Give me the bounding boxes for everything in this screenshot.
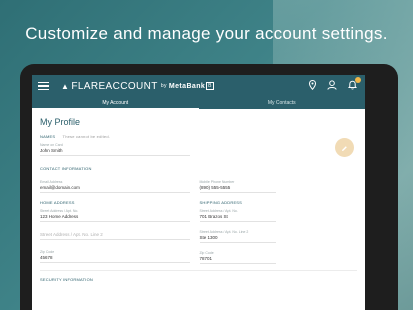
home-line2-field[interactable]: Street Address / Apt. No. Line 2 (40, 232, 198, 240)
section-divider (40, 270, 357, 271)
home-address-heading: HOME ADDRESS (40, 200, 75, 205)
home-line2-placeholder: Street Address / Apt. No. Line 2 (40, 232, 103, 237)
names-note: These cannot be edited. (62, 134, 111, 139)
shipping-line2-field[interactable]: Street Address / Apt. No. Line 2 Ste 130… (199, 230, 358, 243)
brand-by: by (160, 83, 167, 89)
notification-badge (355, 77, 361, 83)
brand-name: FLAREACCOUNT (71, 80, 158, 92)
shipping-address-section: SHIPPING ADDRESS Street Address / Apt. N… (199, 200, 358, 264)
tab-my-account[interactable]: My Account (32, 97, 199, 109)
shipping-line2-value: Ste 1300 (199, 235, 218, 240)
home-zip-value: 45678 (40, 255, 53, 260)
names-section: NAMES These cannot be edited. Name on Ca… (40, 134, 357, 156)
hamburger-menu-icon[interactable] (38, 82, 49, 90)
app-bar: ▲ FLAREACCOUNT by MetaBank B (32, 75, 365, 97)
bell-icon[interactable] (348, 77, 361, 90)
brand-bank-mark: B (206, 82, 214, 90)
phone-field[interactable]: Mobile Phone Number (890) 555-5555 (199, 180, 358, 193)
brand-logo: ▲ FLAREACCOUNT by MetaBank B (61, 81, 214, 92)
location-pin-icon[interactable] (309, 80, 316, 90)
phone-label: Mobile Phone Number (199, 180, 235, 184)
pencil-icon (341, 139, 348, 157)
home-line1-value: 123 Home Address (40, 214, 79, 219)
edit-button[interactable] (335, 138, 354, 157)
shipping-line1-value: 701 Brazos St (199, 214, 228, 219)
account-tabs: My Account My Contacts (32, 97, 365, 109)
profile-content: My Profile NAMES These cannot be edited.… (32, 117, 365, 282)
email-value: email@domain.com (40, 185, 80, 190)
shipping-zip-label: Zip Code (199, 251, 214, 255)
home-zip-label: Zip Code (40, 250, 55, 254)
name-on-card-value: John Smith (40, 148, 63, 153)
email-field[interactable]: Email Address email@domain.com (40, 180, 198, 193)
flare-mark-icon: ▲ (61, 81, 70, 91)
shipping-address-heading: SHIPPING ADDRESS (199, 200, 243, 205)
home-line1-label: Street Address / Apt. No. (40, 209, 79, 213)
home-zip-field[interactable]: Zip Code 45678 (40, 250, 198, 263)
name-on-card-label: Name on Card (40, 143, 63, 147)
name-on-card-field: Name on Card John Smith (40, 143, 357, 156)
names-heading: NAMES (40, 134, 56, 139)
tab-my-contacts[interactable]: My Contacts (199, 97, 366, 109)
phone-value: (890) 555-5555 (199, 185, 231, 190)
shipping-zip-value: 78701 (199, 256, 213, 261)
shipping-zip-field[interactable]: Zip Code 78701 (199, 251, 358, 264)
shipping-line1-label: Street Address / Apt. No. (199, 209, 238, 213)
home-address-section: HOME ADDRESS Street Address / Apt. No. 1… (40, 200, 198, 264)
brand-bank: MetaBank (168, 82, 206, 90)
shipping-line1-field[interactable]: Street Address / Apt. No. 701 Brazos St (199, 209, 358, 222)
home-line1-field[interactable]: Street Address / Apt. No. 123 Home Addre… (40, 209, 198, 222)
contact-heading: CONTACT INFORMATION (40, 166, 92, 171)
security-heading: SECURITY INFORMATION (40, 277, 93, 282)
email-label: Email Address (40, 180, 63, 184)
user-icon[interactable] (327, 80, 337, 90)
app-screen: ▲ FLAREACCOUNT by MetaBank B My Account … (32, 75, 365, 310)
page-title: My Profile (40, 117, 81, 127)
promo-headline: Customize and manage your account settin… (25, 24, 388, 43)
contact-section: CONTACT INFORMATION Email Address email@… (40, 166, 357, 193)
shipping-line2-label: Street Address / Apt. No. Line 2 (199, 230, 249, 234)
